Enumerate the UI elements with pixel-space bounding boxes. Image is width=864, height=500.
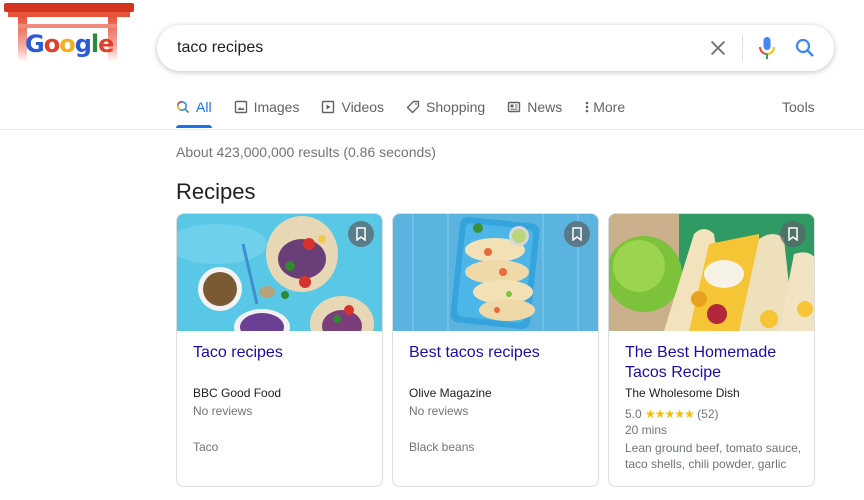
recipe-source: Olive Magazine	[409, 386, 492, 400]
recipe-title-link[interactable]: The Best Homemade Tacos Recipe	[625, 343, 805, 383]
tab-label: Shopping	[426, 99, 486, 115]
tab-label: Videos	[341, 99, 385, 115]
save-recipe-button[interactable]	[780, 221, 806, 247]
bookmark-icon	[572, 227, 582, 241]
recipe-ingredients: Taco	[193, 440, 219, 454]
logo-letter: o	[43, 30, 60, 58]
tab-videos[interactable]: Videos	[321, 96, 384, 118]
mic-icon	[759, 37, 775, 59]
search-icon	[795, 38, 814, 57]
logo-text: Google	[25, 30, 114, 58]
logo-letter: e	[98, 30, 114, 58]
search-icon	[176, 101, 190, 114]
recipe-card[interactable]: The Best Homemade Tacos Recipe The Whole…	[608, 213, 815, 487]
recipe-card[interactable]: Taco recipes BBC Good Food No reviews Ta…	[176, 213, 383, 487]
logo-letter: G	[25, 30, 45, 58]
recipe-source: The Wholesome Dish	[625, 386, 740, 400]
search-box	[157, 25, 834, 71]
tab-all[interactable]: All	[176, 96, 212, 128]
google-doodle-logo[interactable]: Google	[0, 0, 136, 70]
newspaper-icon	[508, 101, 521, 113]
logo-letter: g	[74, 30, 92, 58]
recipe-image[interactable]	[609, 214, 814, 331]
bookmark-icon	[356, 227, 366, 241]
tab-label: News	[527, 99, 563, 115]
recipe-carousel: Taco recipes BBC Good Food No reviews Ta…	[176, 213, 815, 487]
save-recipe-button[interactable]	[348, 221, 374, 247]
search-tabs: All Images Videos Shopping News More	[176, 96, 647, 130]
tab-label: More	[593, 99, 626, 115]
clear-search-button[interactable]	[707, 37, 729, 59]
doodle-gate-top	[4, 3, 134, 12]
tab-more[interactable]: More	[584, 96, 625, 118]
tab-label: All	[196, 99, 212, 115]
search-input[interactable]	[177, 25, 677, 71]
recipe-reviews: No reviews	[193, 404, 253, 418]
star-rating-icon: ★★★★★	[645, 407, 695, 421]
tab-news[interactable]: News	[507, 96, 562, 118]
recipe-reviews: No reviews	[409, 404, 469, 418]
rating-value: 5.0	[625, 407, 642, 421]
doodle-gate-crossbar	[18, 24, 117, 28]
save-recipe-button[interactable]	[564, 221, 590, 247]
result-stats: About 423,000,000 results (0.86 seconds)	[176, 144, 436, 160]
image-icon	[234, 100, 247, 114]
rating-count: (52)	[697, 407, 719, 421]
recipe-title-link[interactable]: Taco recipes	[193, 343, 373, 363]
voice-search-button[interactable]	[755, 35, 779, 61]
logo-letter: o	[59, 30, 75, 58]
recipe-image[interactable]	[177, 214, 382, 331]
recipe-rating-row: 5.0 ★★★★★ (52)	[625, 406, 719, 422]
tab-label: Images	[253, 99, 300, 115]
recipe-card[interactable]: Best tacos recipes Olive Magazine No rev…	[392, 213, 599, 487]
more-vert-icon	[585, 101, 589, 113]
recipe-ingredients: Black beans	[409, 440, 475, 454]
tabs-divider	[0, 129, 864, 130]
tab-images[interactable]: Images	[234, 96, 300, 118]
bookmark-icon	[788, 227, 798, 241]
recipe-source: BBC Good Food	[193, 386, 282, 400]
recipes-heading: Recipes	[176, 179, 256, 204]
play-icon	[322, 100, 335, 114]
tag-icon	[406, 100, 420, 114]
close-icon	[710, 40, 726, 56]
recipe-ingredients: Lean ground beef, tomato sauce, taco she…	[625, 441, 802, 471]
tab-shopping[interactable]: Shopping	[406, 96, 485, 118]
recipe-time: 20 mins	[625, 423, 668, 437]
search-results-page: Google taco recipes All Images Videos Sh…	[0, 0, 864, 500]
tools-button[interactable]: Tools	[782, 99, 815, 115]
recipe-title-link[interactable]: Best tacos recipes	[409, 343, 589, 363]
search-box-divider	[742, 35, 743, 61]
recipe-image[interactable]	[393, 214, 598, 331]
search-button[interactable]	[793, 36, 817, 60]
